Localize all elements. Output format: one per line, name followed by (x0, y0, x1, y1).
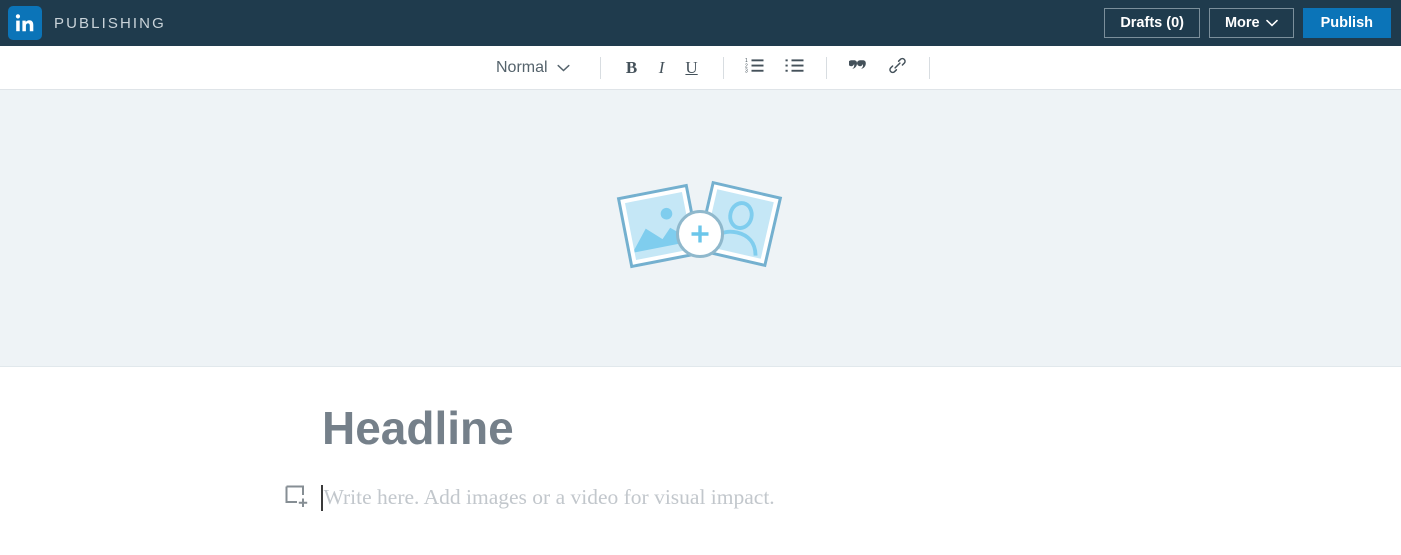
headline-input[interactable]: Headline (322, 403, 1401, 454)
linkedin-logo-icon (8, 6, 42, 40)
bold-button[interactable]: B (617, 53, 647, 83)
text-caret (321, 484, 323, 511)
toolbar-divider (722, 56, 724, 79)
brand-name: PUBLISHING (54, 14, 166, 32)
toolbar-divider (825, 56, 827, 79)
underline-icon: U (685, 57, 698, 77)
italic-button[interactable]: I (647, 53, 677, 83)
ordered-list-button[interactable]: 1 2 3 (740, 53, 770, 83)
link-button[interactable] (883, 53, 913, 83)
quote-button[interactable] (843, 53, 873, 83)
formatting-toolbar: Normal B I U 1 2 3 (0, 46, 1401, 90)
article-body-input[interactable]: Write here. Add images or a video for vi… (324, 485, 775, 510)
add-media-icon[interactable] (284, 484, 312, 512)
toolbar-divider (928, 56, 930, 79)
formatting-toolbar-inner: Normal B I U 1 2 3 (496, 53, 946, 83)
link-icon (889, 57, 906, 79)
quote-icon (847, 58, 867, 77)
drafts-button[interactable]: Drafts (0) (1104, 8, 1200, 38)
cover-image-dropzone[interactable] (0, 90, 1401, 367)
more-button[interactable]: More (1208, 8, 1294, 38)
brand[interactable]: PUBLISHING (8, 6, 166, 40)
svg-text:3: 3 (745, 68, 748, 73)
toolbar-divider (599, 56, 601, 79)
plus-circle-icon[interactable] (675, 210, 724, 258)
bulleted-list-button[interactable] (780, 53, 810, 83)
chevron-down-icon (557, 59, 570, 77)
bulleted-list-icon (785, 57, 804, 78)
publish-button[interactable]: Publish (1302, 8, 1391, 38)
article-editor: Headline Write here. Add images or a vid… (0, 367, 1401, 512)
bold-icon: B (625, 57, 638, 77)
article-body-row: Write here. Add images or a video for vi… (284, 484, 1401, 512)
chevron-down-icon (1265, 19, 1278, 27)
app-header: PUBLISHING Drafts (0) More Publish (0, 0, 1401, 46)
ordered-list-icon: 1 2 3 (745, 57, 764, 78)
paragraph-style-dropdown[interactable]: Normal (496, 59, 584, 77)
paragraph-style-value: Normal (496, 58, 548, 76)
drafts-button-label: Drafts (0) (1120, 14, 1184, 31)
add-cover-photos-icon (606, 180, 796, 276)
underline-button[interactable]: U (677, 53, 707, 83)
italic-icon: I (658, 57, 665, 77)
header-actions: Drafts (0) More Publish (1104, 8, 1391, 38)
publish-button-label: Publish (1320, 14, 1373, 31)
more-button-label: More (1224, 14, 1260, 31)
